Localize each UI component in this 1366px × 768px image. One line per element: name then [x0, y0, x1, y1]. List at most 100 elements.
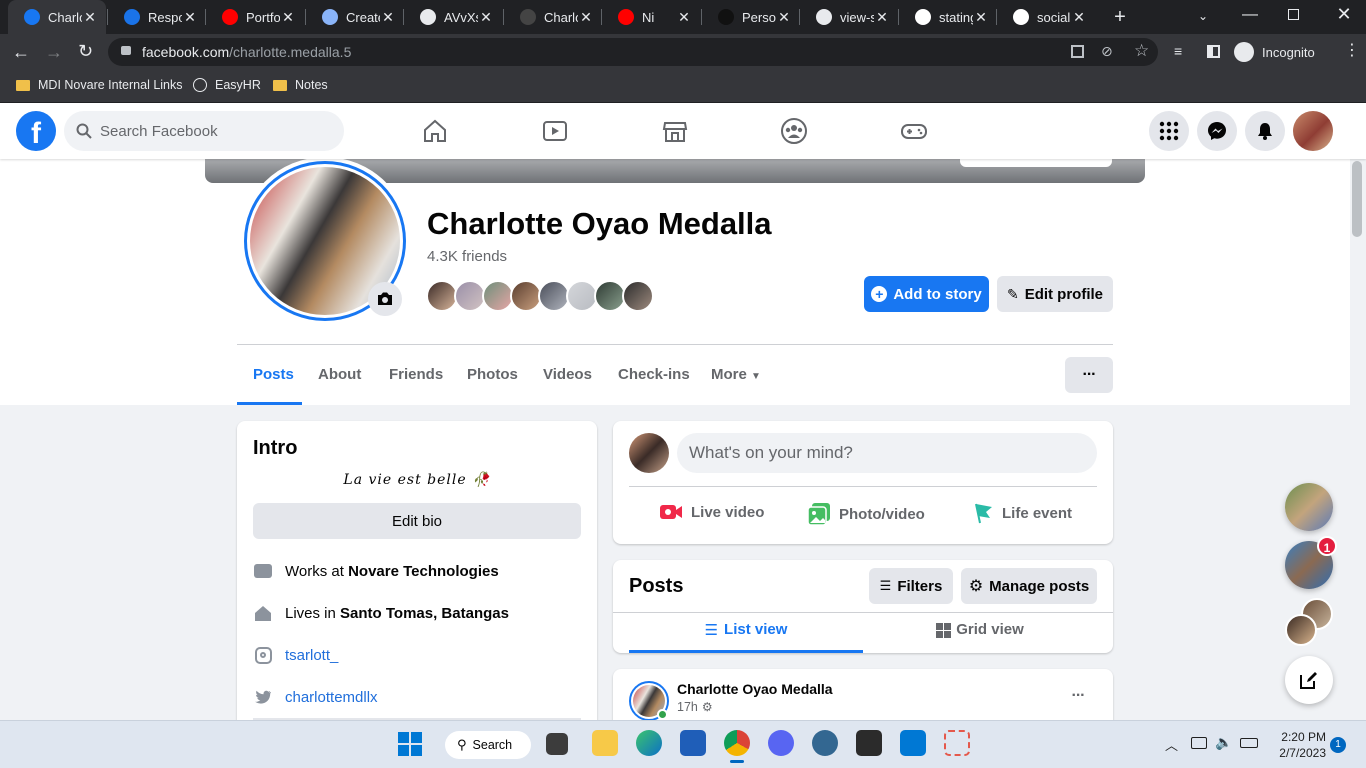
task-view-icon[interactable] [546, 733, 568, 755]
lives-place[interactable]: Santo Tomas, Batangas [340, 605, 509, 622]
bookmark-mdi[interactable]: MDI Novare Internal Links [16, 76, 183, 94]
grid-view-tab[interactable]: Grid view [863, 621, 1097, 653]
side-panel-icon[interactable] [1207, 45, 1220, 58]
browser-tab-8[interactable]: Person✕ [702, 0, 800, 34]
tab-posts[interactable]: Posts [253, 366, 294, 383]
chrome-menu-icon[interactable]: ⋮ [1344, 40, 1360, 60]
close-window-button[interactable]: ✕ [1334, 4, 1354, 25]
post-menu-button[interactable]: ··· [1062, 687, 1094, 711]
eye-off-icon[interactable]: ⊘ [1101, 43, 1113, 60]
cover-edit-button[interactable] [960, 159, 1112, 167]
watch-icon[interactable] [541, 117, 569, 145]
tab-friends[interactable]: Friends [389, 366, 443, 383]
reload-icon[interactable]: ↻ [78, 41, 93, 62]
tab-search-icon[interactable]: ⌄ [1198, 9, 1212, 23]
browser-tab-7[interactable]: Ni ✕ [602, 0, 700, 34]
lock-icon[interactable] [121, 46, 131, 55]
tray-display-icon[interactable] [1191, 737, 1207, 749]
tab-about[interactable]: About [318, 366, 361, 383]
filters-button[interactable]: ☰ Filters [869, 568, 953, 604]
browser-tab-4[interactable]: Create✕ [306, 0, 404, 34]
close-tab-icon[interactable]: ✕ [676, 9, 692, 26]
post-author-name[interactable]: Charlotte Oyao Medalla [677, 681, 833, 697]
bookmark-notes[interactable]: Notes [273, 76, 328, 94]
search-field[interactable]: Search Facebook [64, 111, 344, 151]
browser-tab-11[interactable]: social ✕ [997, 0, 1095, 34]
friends-count[interactable]: 4.3K friends [427, 248, 507, 265]
close-tab-icon[interactable]: ✕ [874, 9, 890, 26]
friend-avatars[interactable] [426, 280, 666, 312]
notification-count-badge[interactable]: 1 [1330, 737, 1346, 753]
account-avatar[interactable] [1293, 111, 1333, 151]
close-tab-icon[interactable]: ✕ [1071, 9, 1087, 26]
browser-tab-6[interactable]: Charlo✕ [504, 0, 602, 34]
life-event-button[interactable]: Life event [974, 502, 1072, 524]
close-tab-icon[interactable]: ✕ [82, 9, 98, 26]
menu-grid-button[interactable] [1149, 111, 1189, 151]
close-tab-icon[interactable]: ✕ [380, 9, 396, 26]
twitter-link[interactable]: charlottemdllx [285, 689, 378, 706]
facebook-logo[interactable]: f [16, 111, 56, 151]
incognito-chip[interactable]: Incognito [1234, 40, 1315, 64]
chrome-icon[interactable] [724, 730, 750, 756]
add-to-story-button[interactable]: + Add to story [864, 276, 989, 312]
tray-overflow-icon[interactable]: ︿ [1165, 735, 1178, 754]
marketplace-icon[interactable] [661, 117, 689, 145]
back-icon[interactable]: ← [12, 42, 30, 63]
live-video-button[interactable]: Live video [659, 502, 764, 522]
snipping-tool-icon[interactable] [944, 730, 970, 756]
post-time[interactable]: 17h [677, 700, 698, 714]
browser-tab-5[interactable]: AVvXs✕ [404, 0, 502, 34]
browser-tab-1[interactable]: Charlo✕ [8, 0, 106, 34]
notifications-button[interactable] [1245, 111, 1285, 151]
work-place[interactable]: Novare Technologies [348, 563, 499, 580]
store-icon[interactable] [680, 730, 706, 756]
terminal-icon[interactable] [856, 730, 882, 756]
new-message-button[interactable] [1285, 656, 1333, 704]
postgres-icon[interactable] [812, 730, 838, 756]
tab-checkins[interactable]: Check-ins [618, 366, 690, 383]
close-tab-icon[interactable]: ✕ [478, 9, 494, 26]
tab-more[interactable]: More ▼ [711, 366, 761, 383]
whats-on-your-mind-input[interactable]: What's on your mind? [677, 433, 1097, 473]
new-tab-button[interactable]: + [1110, 7, 1130, 27]
chat-head-1[interactable] [1285, 483, 1333, 531]
taskbar-clock[interactable]: 2:20 PM 2/7/2023 [1268, 729, 1326, 761]
file-explorer-icon[interactable] [592, 730, 618, 756]
tray-volume-icon[interactable]: 🔈 [1215, 734, 1232, 751]
bookmark-star-icon[interactable]: ☆ [1134, 41, 1149, 61]
instagram-link[interactable]: tsarlott_ [285, 647, 338, 664]
browser-tab-3[interactable]: Portfol ✕ [206, 0, 304, 34]
browser-tab-2[interactable]: Respo ✕ [108, 0, 206, 34]
page-scrollbar[interactable] [1350, 159, 1366, 720]
close-tab-icon[interactable]: ✕ [578, 9, 594, 26]
restore-button[interactable] [1288, 9, 1299, 20]
groups-icon[interactable] [780, 117, 808, 145]
edit-bio-button[interactable]: Edit bio [253, 503, 581, 539]
minimize-button[interactable]: — [1240, 6, 1260, 24]
media-control-icon[interactable]: ≡ [1174, 43, 1182, 59]
tray-battery-icon[interactable] [1240, 738, 1258, 748]
discord-icon[interactable] [768, 730, 794, 756]
profile-more-options-button[interactable]: ··· [1065, 357, 1113, 393]
bookmark-easyhr[interactable]: EasyHR [193, 76, 261, 94]
composer-avatar[interactable] [629, 433, 669, 473]
update-photo-button[interactable] [368, 282, 402, 316]
browser-tab-9[interactable]: view-s ✕ [800, 0, 898, 34]
taskbar-search-button[interactable]: ⚲ Search [445, 731, 531, 759]
friend-avatar[interactable] [622, 280, 654, 312]
scrollbar-thumb[interactable] [1352, 161, 1362, 237]
home-icon[interactable] [421, 117, 449, 145]
list-view-tab[interactable]: ☰ List view [629, 621, 863, 653]
edit-profile-button[interactable]: ✎ Edit profile [997, 276, 1113, 312]
qr-icon[interactable] [1071, 45, 1084, 58]
forward-icon[interactable]: → [45, 42, 63, 63]
messenger-button[interactable] [1197, 111, 1237, 151]
url-text[interactable]: facebook.com/charlotte.medalla.5 [142, 44, 351, 60]
close-tab-icon[interactable]: ✕ [182, 9, 198, 26]
close-tab-icon[interactable]: ✕ [776, 9, 792, 26]
tab-photos[interactable]: Photos [467, 366, 518, 383]
edge-icon[interactable] [636, 730, 662, 756]
photo-video-button[interactable]: Photo/video [807, 502, 925, 526]
manage-posts-button[interactable]: ⚙ Manage posts [961, 568, 1097, 604]
